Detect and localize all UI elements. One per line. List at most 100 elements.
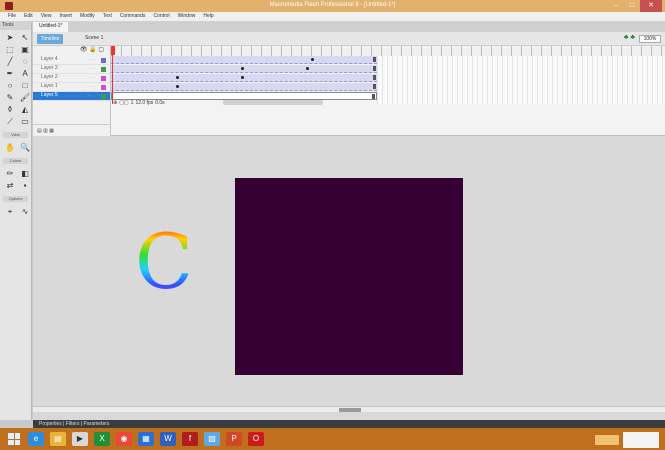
layer-outline-swatch[interactable] (101, 58, 106, 63)
keyframe[interactable] (306, 67, 309, 70)
frame-track[interactable] (111, 56, 377, 64)
scene-label[interactable]: Scene 1 (85, 35, 103, 41)
layer-row[interactable]: Layer 1 · · (33, 83, 110, 92)
menu-commands[interactable]: Commands (116, 12, 150, 21)
menu-text[interactable]: Text (99, 12, 116, 21)
flash-icon[interactable]: f (182, 432, 198, 446)
frame-track[interactable] (111, 83, 377, 91)
fill-color-icon[interactable]: ◧ (19, 169, 31, 179)
keyframe[interactable] (241, 67, 244, 70)
layer-state-dots[interactable]: · · (89, 57, 94, 63)
layer-state-dots[interactable]: ✎ · (87, 93, 94, 99)
paint-bucket-tool-icon[interactable]: ◭ (19, 105, 31, 115)
subselection-tool-icon[interactable]: ↖ (19, 33, 31, 43)
layer-state-dots[interactable]: · · (89, 66, 94, 72)
layer-outline-swatch[interactable] (101, 67, 106, 72)
chrome-icon[interactable]: ◉ (116, 432, 132, 446)
line-tool-icon[interactable]: ╱ (4, 57, 16, 67)
stroke-color-icon[interactable]: ✏ (4, 169, 16, 179)
oval-tool-icon[interactable]: ○ (4, 81, 16, 91)
layer-row[interactable]: Layer 4 · · (33, 56, 110, 65)
gradient-transform-tool-icon[interactable]: ▣ (19, 45, 31, 55)
layer-outline-swatch[interactable] (101, 94, 106, 99)
layer-outline-swatch[interactable] (101, 85, 106, 90)
menu-file[interactable]: File (4, 12, 20, 21)
clock[interactable] (623, 432, 659, 448)
swap-colors-icon[interactable]: ⇄ (4, 181, 16, 191)
layer-footer-buttons-icon[interactable]: ▤ ▥ ▦ (33, 124, 111, 136)
playhead-handle[interactable] (111, 46, 115, 55)
menu-view[interactable]: View (37, 12, 56, 21)
eyedropper-tool-icon[interactable]: ⟋ (4, 117, 16, 127)
end-keyframe[interactable] (373, 66, 376, 71)
brush-tool-icon[interactable]: 🖌 (19, 93, 31, 103)
keyframe[interactable] (176, 85, 179, 88)
media-icon[interactable]: ▶ (72, 432, 88, 446)
layer-row[interactable]: Layer 3 · · (33, 65, 110, 74)
rectangle-tool-icon[interactable]: □ (19, 81, 31, 91)
free-transform-tool-icon[interactable]: ⬚ (4, 45, 16, 55)
end-keyframe[interactable] (373, 75, 376, 80)
menu-insert[interactable]: Insert (55, 12, 76, 21)
ie-icon[interactable]: e (28, 432, 44, 446)
layer-row-selected[interactable]: Layer 5 ✎ · (33, 92, 110, 101)
keyframe[interactable] (311, 58, 314, 61)
default-colors-icon[interactable]: ▪ (19, 181, 31, 191)
end-keyframe[interactable] (373, 84, 376, 89)
frame-track[interactable] (111, 65, 377, 73)
ink-bottle-tool-icon[interactable]: ⚱ (4, 105, 16, 115)
selection-tool-icon[interactable]: ➤ (4, 33, 16, 43)
empty-frame-grid[interactable] (377, 56, 665, 104)
hand-tool-icon[interactable]: ✋ (4, 143, 16, 153)
menu-control[interactable]: Control (149, 12, 173, 21)
smooth-icon[interactable]: ∿ (19, 207, 31, 217)
close-button[interactable]: ✕ (640, 0, 662, 12)
document-tab-untitled[interactable]: Untitled-1* (33, 22, 69, 32)
end-keyframe[interactable] (373, 57, 376, 62)
layer-state-dots[interactable]: · · (89, 75, 94, 81)
layer-row[interactable]: Layer 2 · · (33, 74, 110, 83)
menu-edit[interactable]: Edit (20, 12, 37, 21)
frame-area[interactable] (111, 46, 665, 136)
rainbow-letter-c[interactable]: C (135, 224, 193, 300)
store-icon[interactable]: ▦ (138, 432, 154, 446)
menu-window[interactable]: Window (174, 12, 200, 21)
keyframe[interactable] (176, 76, 179, 79)
tray-icons[interactable] (595, 435, 619, 445)
center-frame-icon[interactable]: ⊕ (113, 100, 117, 106)
keyframe[interactable] (241, 76, 244, 79)
pencil-tool-icon[interactable]: ✎ (4, 93, 16, 103)
lasso-tool-icon[interactable]: ◌ (19, 57, 31, 67)
stage-canvas[interactable] (235, 178, 463, 375)
frame-track[interactable] (111, 74, 377, 82)
onion-skin-icon[interactable]: ▢▢ (119, 100, 128, 106)
eraser-tool-icon[interactable]: ▭ (19, 117, 31, 127)
word-icon[interactable]: W (160, 432, 176, 446)
menu-modify[interactable]: Modify (76, 12, 99, 21)
scrollbar-thumb[interactable] (339, 408, 361, 412)
layer-state-dots[interactable]: · · (89, 84, 94, 90)
timeline-toggle-button[interactable]: Timeline (37, 34, 63, 44)
horizontal-scrollbar[interactable] (33, 406, 665, 412)
explorer-icon[interactable]: ▤ (50, 432, 66, 446)
snap-to-objects-icon[interactable]: ⌖ (4, 207, 16, 217)
maximize-button[interactable]: □ (624, 0, 640, 12)
zoom-tool-icon[interactable]: 🔍 (19, 143, 31, 153)
paint-icon[interactable]: ▨ (204, 432, 220, 446)
edit-scene-icon[interactable]: ♣ ♣ (624, 34, 635, 41)
pen-tool-icon[interactable]: ✒ (4, 69, 16, 79)
menu-help[interactable]: Help (199, 12, 217, 21)
opera-icon[interactable]: O (248, 432, 264, 446)
excel-icon[interactable]: X (94, 432, 110, 446)
playhead[interactable] (111, 46, 115, 104)
minimize-button[interactable]: – (608, 0, 624, 12)
powerpoint-icon[interactable]: P (226, 432, 242, 446)
text-tool-icon[interactable]: A (19, 69, 31, 79)
frame-ruler[interactable] (111, 46, 665, 56)
start-button-icon[interactable] (8, 433, 20, 445)
timeline-scrollbar[interactable] (223, 100, 323, 105)
properties-panel-bar[interactable]: Properties | Filters | Parameters (33, 420, 665, 428)
layer-outline-swatch[interactable] (101, 76, 106, 81)
stage-pasteboard[interactable]: C (33, 136, 665, 406)
zoom-select[interactable]: 100% (639, 35, 661, 43)
